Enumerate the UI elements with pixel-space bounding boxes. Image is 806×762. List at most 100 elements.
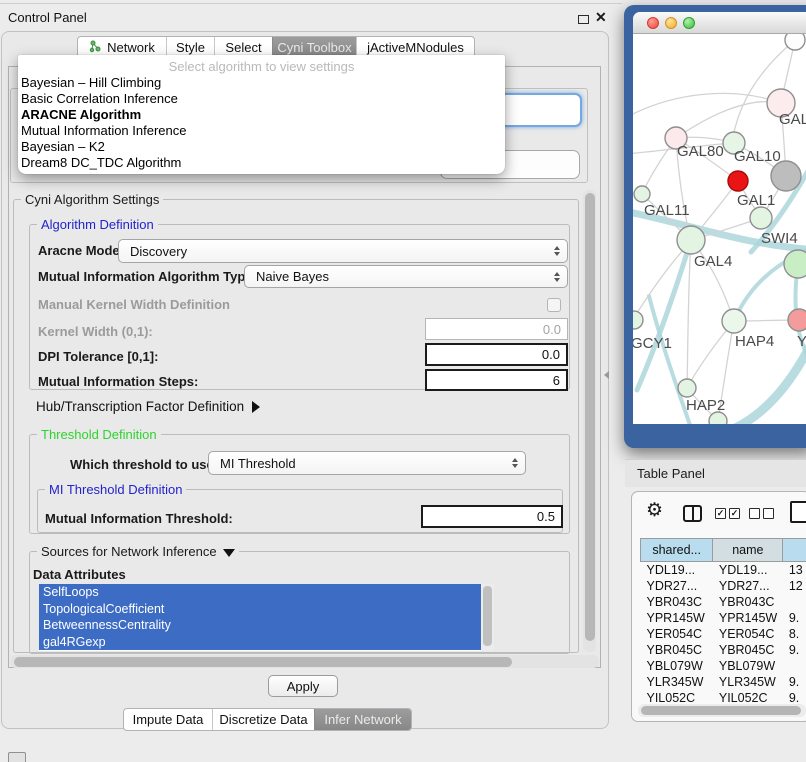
table-horizontal-scrollbar[interactable]: [638, 704, 806, 717]
node-GAL4[interactable]: [677, 226, 705, 254]
threshold-definition-title: Threshold Definition: [37, 427, 161, 442]
column-header-hidden[interactable]: [783, 539, 806, 562]
columns-icon[interactable]: [683, 505, 702, 522]
table-row[interactable]: YBR045CYBR045C9.: [641, 642, 806, 658]
node-GAL11[interactable]: [634, 186, 650, 202]
table-row[interactable]: YLR345WYLR345W9.: [641, 674, 806, 690]
node-label-swi4: SWI4: [761, 230, 798, 247]
table-panel: ⚙ ✓ ✓ shared...name YDL19...YDL19...13YD…: [631, 491, 806, 722]
zoom-window-icon[interactable]: [683, 17, 695, 29]
tab-discretize-data[interactable]: Discretize Data: [212, 709, 314, 730]
table-cell: 9.: [783, 610, 806, 626]
data-attributes-label: Data Attributes: [33, 567, 126, 582]
document-icon[interactable]: [790, 501, 806, 523]
settings-vertical-scrollbar[interactable]: [583, 190, 596, 652]
close-panel-icon[interactable]: ✕: [595, 9, 607, 26]
table-row[interactable]: YBR043CYBR043C: [641, 594, 806, 610]
node-GCY1[interactable]: [633, 311, 643, 329]
kernel-width-field[interactable]: 0.0: [425, 318, 568, 340]
unchecked-checkbox-icon[interactable]: [749, 508, 760, 519]
tab-label: Impute Data: [133, 712, 204, 727]
dpi-tolerance-field[interactable]: 0.0: [425, 343, 568, 366]
app-root: Control Panel ✕ NetworkStyleSelectCyni T…: [0, 0, 806, 762]
unchecked-checkbox-icon[interactable]: [763, 508, 774, 519]
hub-definition-expander[interactable]: Hub/Transcription Factor Definition: [36, 399, 260, 414]
network-window: GALGAL80GAL10GAL1SWI4GAL11GAL4GCY1HAP4YH…: [624, 5, 806, 448]
network-window-titlebar[interactable]: [633, 12, 806, 34]
node-label-y: Y: [797, 333, 806, 350]
node-HAP4[interactable]: [722, 309, 746, 333]
node-label-gal10: GAL10: [734, 148, 781, 165]
settings-horizontal-scrollbar[interactable]: [10, 655, 599, 668]
gear-icon[interactable]: ⚙: [646, 500, 663, 522]
node-top[interactable]: [785, 34, 805, 50]
spinner-arrows-icon: [512, 458, 518, 468]
floating-panel-icon[interactable]: [8, 752, 26, 762]
panel-divider-arrow[interactable]: [604, 371, 609, 379]
node-big-green[interactable]: [784, 250, 806, 278]
tab-label: Infer Network: [324, 712, 401, 727]
dropdown-item-bayesian-hill-climbing[interactable]: Bayesian – Hill Climbing: [18, 75, 505, 91]
table-row[interactable]: YBL079WYBL079W: [641, 658, 806, 674]
mi-steps-field[interactable]: 6: [425, 369, 568, 391]
expand-right-icon: [252, 401, 260, 413]
mi-threshold-field[interactable]: 0.5: [421, 505, 563, 528]
table-cell: YBR045C: [641, 642, 713, 658]
table-cell: YBL079W: [641, 658, 713, 674]
table-cell: 8.: [783, 626, 806, 642]
table-cell: 13: [783, 562, 806, 578]
float-panel-icon[interactable]: [578, 15, 589, 24]
dropdown-item-dream8-dc-tdc-algorithm[interactable]: Dream8 DC_TDC Algorithm: [18, 155, 505, 171]
checked-checkbox-icon[interactable]: ✓: [715, 508, 726, 519]
minimize-window-icon[interactable]: [665, 17, 677, 29]
node-pink-right[interactable]: [788, 309, 806, 331]
aracne-mode-label: Aracne Mode:: [38, 243, 124, 258]
aracne-mode-combo[interactable]: Discovery: [118, 239, 568, 263]
table-panel-title: Table Panel: [637, 466, 705, 481]
dropdown-item-aracne-algorithm[interactable]: ARACNE Algorithm: [18, 107, 505, 123]
node-label-gal4: GAL4: [694, 253, 732, 270]
node-gray[interactable]: [771, 161, 801, 191]
tab-impute-data[interactable]: Impute Data: [124, 709, 212, 730]
attributes-scrollbar[interactable]: [481, 584, 494, 651]
network-edge[interactable]: [633, 93, 781, 118]
spinner-arrows-icon: [554, 246, 560, 256]
manual-kernel-checkbox[interactable]: [547, 298, 561, 312]
network-edge[interactable]: [687, 240, 691, 388]
table-cell: YPR145W: [641, 610, 713, 626]
dropdown-item-mutual-information-inference[interactable]: Mutual Information Inference: [18, 123, 505, 139]
node-GAL1[interactable]: [750, 207, 772, 229]
table-cell: YER054C: [713, 626, 783, 642]
apply-button[interactable]: Apply: [268, 675, 338, 697]
dropdown-item-bayesian-k2[interactable]: Bayesian – K2: [18, 139, 505, 155]
data-attributes-list[interactable]: SelfLoopsTopologicalCoefficientBetweenne…: [39, 584, 494, 651]
network-edge[interactable]: [637, 240, 691, 390]
table-row[interactable]: YPR145WYPR145W9.: [641, 610, 806, 626]
dropdown-item-basic-correlation-inference[interactable]: Basic Correlation Inference: [18, 91, 505, 107]
node-HAP2[interactable]: [678, 379, 696, 397]
network-edge[interactable]: [676, 102, 781, 138]
tab-infer-network[interactable]: Infer Network: [314, 709, 411, 730]
attribute-item-betweennesscentrality[interactable]: BetweennessCentrality: [39, 617, 494, 634]
attribute-item-gal4rgexp[interactable]: gal4RGexp: [39, 634, 494, 651]
mi-type-label: Mutual Information Algorithm Type:: [38, 269, 257, 284]
table-row[interactable]: YER054CYER054C8.: [641, 626, 806, 642]
mi-type-combo[interactable]: Naive Bayes: [244, 265, 568, 288]
mi-type-value: Naive Bayes: [256, 269, 329, 284]
attribute-item-selfloops[interactable]: SelfLoops: [39, 584, 494, 601]
column-header-shared[interactable]: shared...: [641, 539, 713, 562]
table-cell: YDR27...: [641, 578, 713, 594]
close-window-icon[interactable]: [647, 17, 659, 29]
table-row[interactable]: YDL19...YDL19...13: [641, 562, 806, 578]
node-red[interactable]: [728, 171, 748, 191]
attribute-item-topologicalcoefficient[interactable]: TopologicalCoefficient: [39, 601, 494, 618]
network-canvas[interactable]: GALGAL80GAL10GAL1SWI4GAL11GAL4GCY1HAP4YH…: [633, 34, 806, 424]
column-header-name[interactable]: name: [713, 539, 783, 562]
mi-threshold-label: Mutual Information Threshold:: [45, 511, 233, 526]
which-threshold-combo[interactable]: MI Threshold: [208, 451, 526, 475]
node-label-gal1: GAL1: [737, 192, 775, 209]
checked-checkbox-icon[interactable]: ✓: [729, 508, 740, 519]
sources-title[interactable]: Sources for Network Inference: [37, 544, 239, 559]
table-row[interactable]: YDR27...YDR27...12: [641, 578, 806, 594]
dpi-tolerance-label: DPI Tolerance [0,1]:: [38, 349, 158, 364]
